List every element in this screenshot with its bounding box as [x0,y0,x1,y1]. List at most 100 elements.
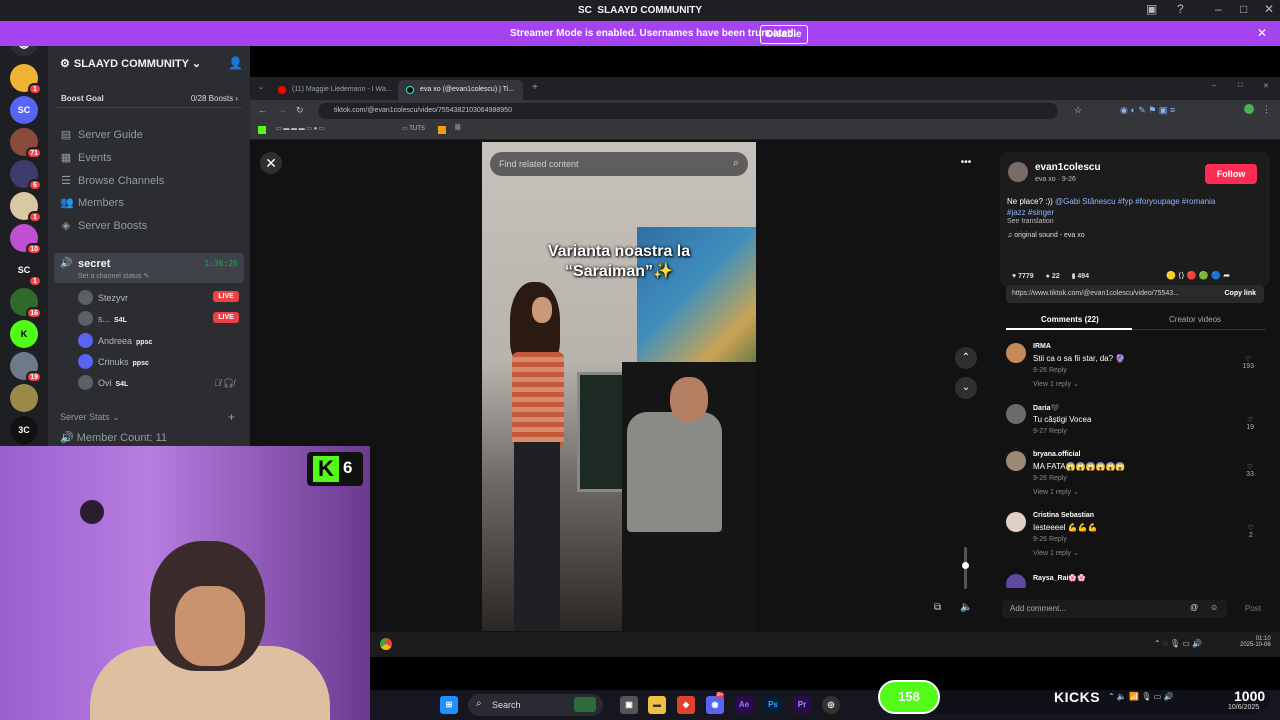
like-count[interactable]: ♥ 7779 [1012,273,1034,280]
comment-like[interactable]: ♡ 19 [1246,416,1254,431]
boost-goal-bar[interactable]: Boost Goal 0/28 Boosts › [56,86,242,108]
add-comment-input[interactable]: Add comment... @ ☺ [1002,600,1227,618]
chrome-icon[interactable] [380,638,392,650]
comment-like[interactable]: ♡ 2 [1248,524,1254,539]
tray-icons[interactable]: ⌃ ◌ 🎙 ▭ 🔊 [1154,639,1202,648]
maximize-icon[interactable]: □ [1240,2,1247,16]
avatar[interactable] [1006,404,1026,424]
discord-taskbar-icon[interactable]: ◉ [706,696,724,714]
after-effects-icon[interactable]: Ae [735,696,753,714]
new-tab-icon[interactable]: + [532,82,538,93]
browser-menu-icon[interactable]: ⋮ [1262,104,1271,115]
browser-tab[interactable]: (11) Maggie Liedemann - I Wa... [270,80,395,100]
server-icon[interactable]: K [10,320,38,348]
server-icon[interactable]: 19 [10,352,42,383]
forward-icon[interactable]: → [278,105,287,115]
mention-link[interactable]: @Gabi Stănescu [1055,197,1116,206]
volume-slider-thumb[interactable] [962,562,969,569]
server-icon[interactable]: 10 [10,224,42,255]
video-player[interactable]: Varianta noastra la “Saraiman”✨ Find rela… [482,142,756,631]
sound-link[interactable]: ♫ original sound - eva xo [1007,232,1085,239]
comment-like[interactable]: ♡ 193 [1242,355,1254,370]
nav-browse-channels[interactable]: ☰ Browse Channels [60,174,164,187]
server-icon[interactable]: 1 [10,64,42,95]
nav-members[interactable]: 👥 Members [60,196,124,209]
pip-icon[interactable]: ⧉ [934,602,941,613]
volume-icon[interactable]: 🔈 [960,602,972,613]
more-options-icon[interactable]: ••• [955,152,977,174]
see-translation-link[interactable]: See translation [1007,218,1054,225]
category-server-stats[interactable]: Server Stats ⌄ [60,412,120,423]
comment-count[interactable]: ● 22 [1046,273,1060,280]
premiere-icon[interactable]: Pr [793,696,811,714]
volume-slider[interactable] [962,547,969,589]
post-button[interactable]: Post [1245,604,1261,613]
close-video-icon[interactable]: ✕ [260,152,282,174]
invite-icon[interactable]: 👤 [228,56,243,70]
system-tray-icons[interactable]: ⌃ 🔈 📶 🎙 ▭ 🔊 [1108,692,1173,701]
server-name-header[interactable]: ⚙ SLAAYD COMMUNITY ⌄ [60,57,201,70]
server-icon[interactable]: SC 1 [10,256,42,287]
start-icon[interactable]: ⊞ [440,696,458,714]
obs-icon[interactable]: ◎ [822,696,840,714]
bookmark-folder-tuts[interactable]: ▭ TUTS [402,125,425,132]
disable-streamer-mode-button[interactable]: Disable [760,25,808,44]
server-icon[interactable]: 6 [10,160,42,191]
bookmark-star-icon[interactable]: ☆ [1074,105,1082,116]
next-video-icon[interactable]: ⌄ [955,377,977,399]
author-username[interactable]: evan1colescu [1035,162,1101,173]
hashtags[interactable]: #fyp #foryoupage #romania [1118,197,1215,206]
bookmark-icon[interactable] [438,126,446,134]
nav-server-boosts[interactable]: ◈ Server Boosts [60,219,147,232]
avatar[interactable] [1006,343,1026,363]
nav-events[interactable]: ▦ Events [60,151,112,164]
emoji-icon[interactable]: ☺ [1210,603,1218,612]
file-explorer-icon[interactable]: ▬ [648,696,666,714]
close-banner-icon[interactable]: ✕ [1257,26,1267,40]
hashtags[interactable]: #jazz #singer [1007,208,1054,217]
extension-icon[interactable]: ◉ ◐ ✎ ⚑ ▣ ≡ [1120,105,1175,116]
browser-close-icon[interactable]: ✕ [1263,82,1269,90]
url-field[interactable]: tiktok.com/@evan1colescu/video/755438210… [318,103,1058,119]
back-icon[interactable]: ← [258,105,267,115]
video-link-field[interactable]: https://www.tiktok.com/@evan1colescu/vid… [1006,285,1264,303]
server-icon[interactable]: SC [10,96,38,124]
reload-icon[interactable]: ↻ [296,105,304,116]
close-window-icon[interactable]: ✕ [1264,2,1274,16]
server-icon[interactable]: 3C [10,416,38,444]
previous-video-icon[interactable]: ⌃ [955,347,977,369]
inbox-icon[interactable]: ▣ [1146,2,1157,16]
minimize-icon[interactable]: – [1215,2,1222,16]
voice-channel-secret[interactable]: 🔊 secret 1:36:26 Set a channel status ✎ [54,253,244,283]
tab-comments[interactable]: Comments (22) [1041,315,1099,324]
brave-icon[interactable]: ◆ [677,696,695,714]
server-icon[interactable]: 1 [10,192,42,223]
kick-bookmark-icon[interactable] [258,126,266,134]
browser-minimize-icon[interactable]: – [1212,82,1216,89]
copy-link-button[interactable]: Copy link [1224,290,1256,297]
photoshop-icon[interactable]: Ps [764,696,782,714]
server-icon[interactable]: 16 [10,288,42,319]
follow-button[interactable]: Follow [1205,164,1257,184]
search-icon[interactable]: ⌕ [733,157,739,170]
browser-tab-active[interactable]: eva xo (@evan1colescu) | Ti... [398,80,523,100]
task-view-icon[interactable]: ▣ [620,696,638,714]
voice-channel-status[interactable]: Set a channel status ✎ [78,272,149,280]
tab-creator-videos[interactable]: Creator videos [1169,315,1221,324]
share-icons[interactable]: 🟡 ⟨⟩ 🔴 🟢 🔵 ➦ [1166,271,1230,280]
find-related-search[interactable]: Find related content ⌕ [490,152,748,176]
profile-icon[interactable] [1244,104,1254,114]
avatar[interactable] [1006,512,1026,532]
author-avatar[interactable] [1008,162,1028,182]
tab-search-icon[interactable]: ⌄ [258,83,264,91]
save-count[interactable]: ▮ 494 [1072,272,1089,280]
link-icon[interactable]: ⛓ [454,124,462,131]
folder-icon[interactable]: ▭ ▬ ▬ ▬ ▭ ● ▭ [276,125,325,132]
mention-icon[interactable]: @ [1190,603,1198,612]
avatar[interactable] [1006,451,1026,471]
help-icon[interactable]: ? [1177,2,1184,16]
server-icon[interactable] [10,384,38,412]
member-count-channel[interactable]: 🔊 Member Count: 11 [60,431,167,444]
comment-like[interactable]: ♡ 33 [1246,463,1254,478]
add-channel-icon[interactable]: + [228,410,235,424]
